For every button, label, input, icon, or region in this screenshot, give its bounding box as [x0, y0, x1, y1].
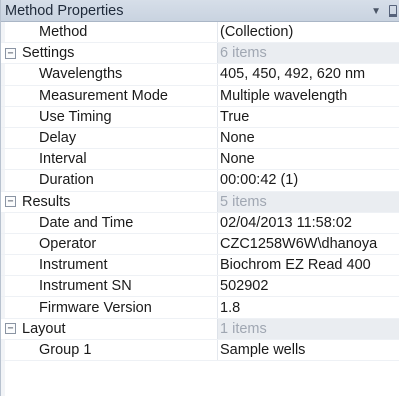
property-value[interactable]: CZC1258W6W\dhanoya — [217, 233, 399, 255]
property-row-measurement-mode[interactable]: Measurement Mode Multiple wavelength — [1, 85, 399, 107]
category-name-cell: − Layout — [1, 319, 217, 339]
property-name: Use Timing — [39, 108, 112, 125]
category-summary: 1 items — [217, 318, 399, 339]
property-name: Firmware Version — [39, 299, 152, 316]
dropdown-arrow-icon[interactable]: ▼ — [371, 6, 381, 17]
property-row-delay[interactable]: Delay None — [1, 127, 399, 150]
category-label: Results — [22, 193, 71, 210]
property-name: Instrument SN — [39, 278, 132, 295]
property-row-method[interactable]: Method (Collection) — [1, 22, 399, 44]
method-properties-panel: Method Properties ▼ Method (Collection) … — [0, 0, 399, 396]
property-name: Wavelengths — [39, 66, 123, 83]
category-layout[interactable]: − Layout 1 items — [1, 318, 399, 340]
property-name: Operator — [39, 235, 97, 252]
collapse-icon[interactable]: − — [5, 47, 16, 59]
property-value[interactable]: None — [217, 149, 399, 170]
property-value[interactable]: Biochrom EZ Read 400 — [217, 255, 399, 276]
property-value[interactable]: Sample wells — [217, 339, 399, 360]
property-value[interactable]: None — [217, 127, 399, 149]
panel-title: Method Properties — [5, 2, 124, 19]
property-name: Group 1 — [39, 341, 92, 358]
property-name: Method — [39, 24, 88, 41]
category-summary: 6 items — [217, 43, 399, 64]
property-value[interactable]: 1.8 — [217, 297, 399, 318]
property-value[interactable]: 00:00:42 (1) — [217, 170, 399, 191]
property-name: Measurement Mode — [39, 87, 168, 104]
property-grid: Method (Collection) − Settings 6 items W… — [1, 22, 399, 361]
property-value[interactable]: 502902 — [217, 276, 399, 297]
category-label: Settings — [22, 45, 75, 62]
category-label: Layout — [22, 320, 66, 337]
pin-icon[interactable] — [389, 5, 397, 17]
property-row-firmware-version[interactable]: Firmware Version 1.8 — [1, 297, 399, 319]
collapse-icon[interactable]: − — [5, 196, 16, 208]
property-name: Interval — [39, 151, 87, 168]
property-name: Instrument — [39, 257, 108, 274]
property-value[interactable]: (Collection) — [217, 22, 399, 43]
property-row-date-and-time[interactable]: Date and Time 02/04/2013 11:58:02 — [1, 212, 399, 234]
property-value[interactable]: 02/04/2013 11:58:02 — [217, 212, 399, 233]
category-summary: 5 items — [217, 191, 399, 212]
property-row-instrument[interactable]: Instrument Biochrom EZ Read 400 — [1, 255, 399, 277]
category-name-cell: − Settings — [1, 43, 217, 63]
property-row-instrument-sn[interactable]: Instrument SN 502902 — [1, 276, 399, 298]
category-settings[interactable]: − Settings 6 items — [1, 43, 399, 65]
property-row-wavelengths[interactable]: Wavelengths 405, 450, 492, 620 nm — [1, 64, 399, 86]
property-row-duration[interactable]: Duration 00:00:42 (1) — [1, 170, 399, 192]
property-row-operator[interactable]: Operator CZC1258W6W\dhanoya — [1, 233, 399, 256]
property-value[interactable]: True — [217, 106, 399, 127]
property-name: Delay — [39, 130, 77, 147]
panel-title-bar: Method Properties ▼ — [1, 0, 399, 22]
property-row-interval[interactable]: Interval None — [1, 149, 399, 171]
category-results[interactable]: − Results 5 items — [1, 191, 399, 213]
property-value[interactable]: 405, 450, 492, 620 nm — [217, 64, 399, 85]
collapse-icon[interactable]: − — [5, 323, 16, 335]
property-row-group-1[interactable]: Group 1 Sample wells — [1, 339, 399, 361]
property-value[interactable]: Multiple wavelength — [217, 85, 399, 106]
title-bar-controls: ▼ — [371, 0, 399, 22]
property-row-use-timing[interactable]: Use Timing True — [1, 106, 399, 128]
property-name: Duration — [39, 172, 94, 189]
property-name: Date and Time — [39, 214, 134, 231]
category-name-cell: − Results — [1, 192, 217, 212]
